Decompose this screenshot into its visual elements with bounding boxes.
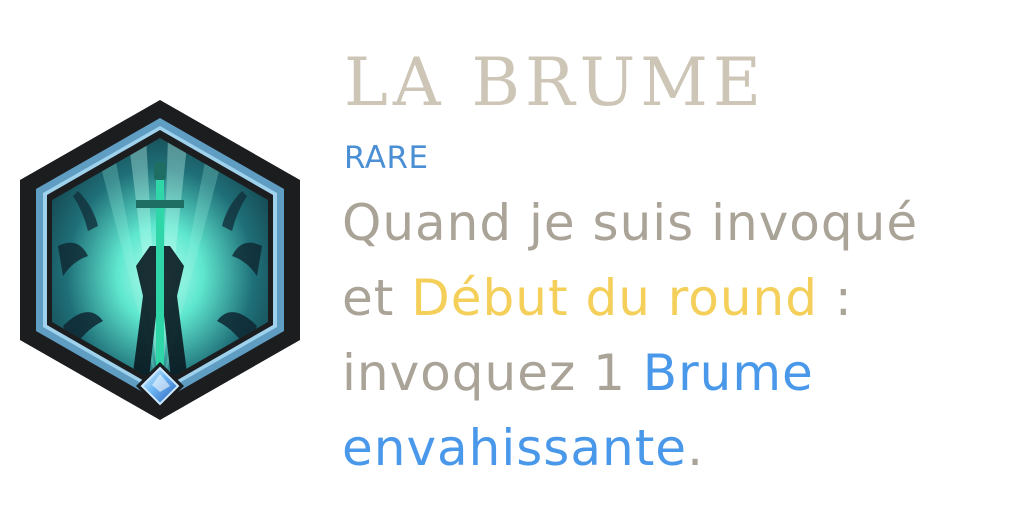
description-line-1: Quand je suis invoqué	[342, 186, 1022, 261]
card-link-brume: Brume	[642, 344, 814, 402]
description-text: .	[687, 419, 704, 477]
description-line-4: envahissante.	[342, 411, 1022, 486]
rarity-label: RARE	[344, 140, 429, 176]
description-text: et	[342, 269, 412, 327]
card-emblem	[18, 96, 302, 420]
card-description: Quand je suis invoqué et Début du round …	[342, 186, 1022, 486]
description-line-3: invoquez 1 Brume	[342, 336, 1022, 411]
hexagon-portrait-icon	[20, 100, 300, 420]
description-line-2: et Début du round :	[342, 261, 1022, 336]
description-text: invoquez 1	[342, 344, 643, 402]
card-title: LA BRUME	[344, 44, 767, 121]
keyword-round-start: Début du round	[411, 269, 818, 327]
description-text: Quand je suis invoqué	[342, 194, 919, 252]
card-link-envahissante: envahissante	[342, 419, 688, 477]
description-text: :	[817, 269, 853, 327]
